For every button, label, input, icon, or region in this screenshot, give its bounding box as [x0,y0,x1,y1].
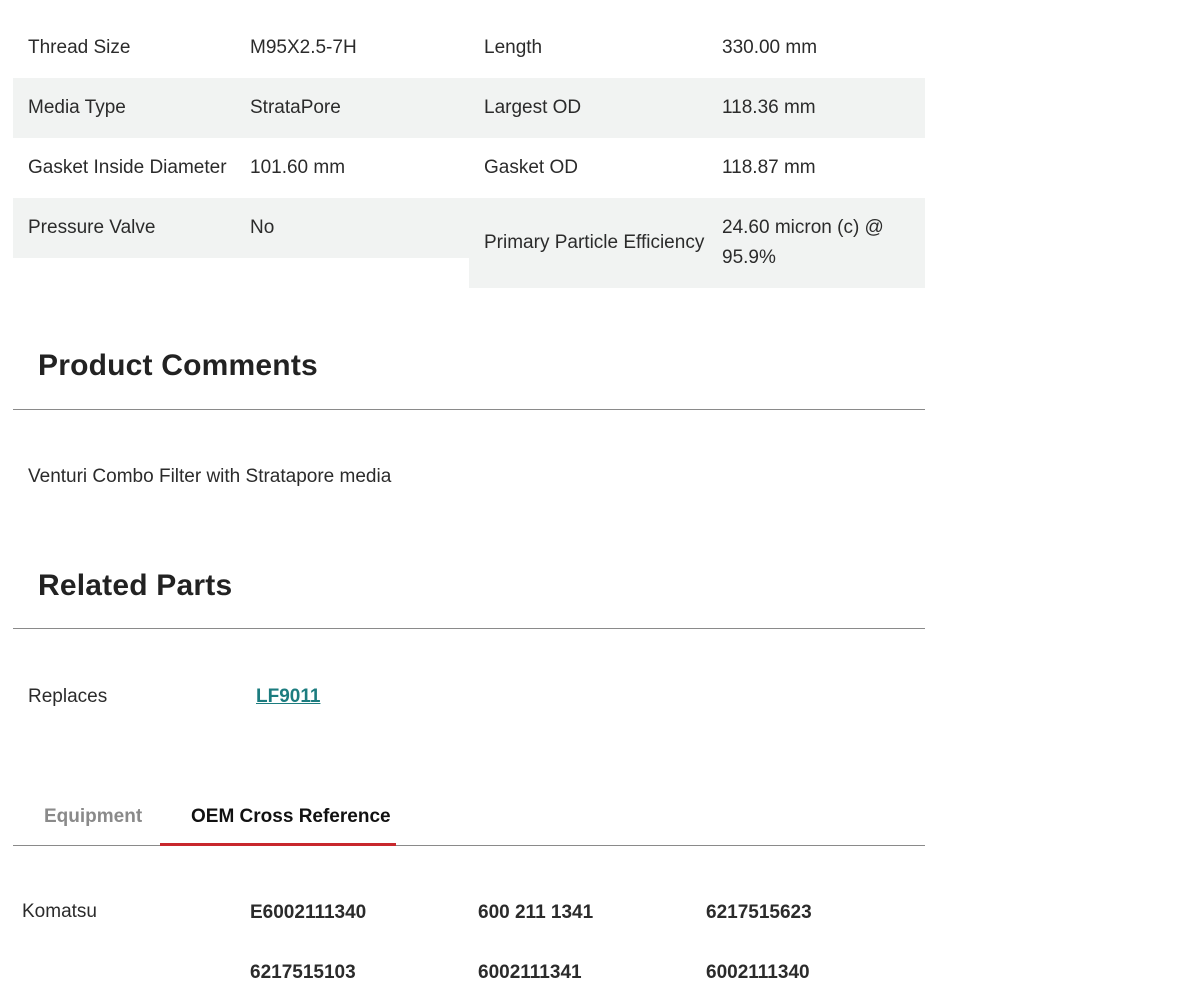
replaces-label: Replaces [28,686,108,707]
cross-reference-part: 6217515103 [250,962,356,983]
spec-row: Media Type StrataPore Largest OD 118.36 … [13,78,925,138]
tab-equipment[interactable]: Equipment [44,806,142,828]
spec-label: Thread Size [28,37,131,58]
spec-value: 24.60 micron (c) @ 95.9% [722,217,884,268]
spec-value: 118.87 mm [722,157,816,178]
spec-value: StrataPore [250,97,341,118]
spec-value: No [250,217,275,238]
spec-label: Primary Particle Efficiency [484,232,705,253]
spec-row: Pressure Valve No Primary Particle Effic… [13,198,925,288]
cross-reference-brand: Komatsu [22,901,97,922]
cross-reference-part: 6002111341 [478,962,582,983]
cross-reference-part: E6002111340 [250,902,367,923]
spec-row: Thread Size M95X2.5-7H Length 330.00 mm [13,18,925,78]
spec-cell-left: Pressure Valve No [13,198,469,258]
spec-label: Pressure Valve [28,217,156,238]
spec-value: M95X2.5-7H [250,37,357,58]
spec-value: 330.00 mm [722,37,818,58]
spec-label: Largest OD [484,97,582,118]
cross-reference-part: 600 211 1341 [478,902,594,923]
related-parts-heading: Related Parts [38,569,233,602]
active-tab-indicator [160,843,396,846]
spec-cell-right: Gasket OD 118.87 mm [469,138,925,198]
spec-cell-right: Length 330.00 mm [469,18,925,78]
spec-cell-left: Gasket Inside Diameter 101.60 mm [13,138,469,198]
spec-cell-right: Largest OD 118.36 mm [469,78,925,138]
spec-label: Gasket OD [484,157,578,178]
spec-label: Gasket Inside Diameter [28,157,227,178]
cross-reference-part: 6002111340 [706,962,810,983]
spec-value: 118.36 mm [722,97,816,118]
tab-oem-cross-reference[interactable]: OEM Cross Reference [191,806,391,828]
spec-label: Media Type [28,97,126,118]
specifications-table: Thread Size M95X2.5-7H Length 330.00 mm … [13,18,925,288]
spec-cell-left: Media Type StrataPore [13,78,469,138]
spec-cell-right: Primary Particle Efficiency 24.60 micron… [469,198,925,288]
divider [13,628,925,629]
cross-reference-part: 6217515623 [706,902,812,923]
divider [13,409,925,410]
spec-row: Gasket Inside Diameter 101.60 mm Gasket … [13,138,925,198]
spec-label: Length [484,37,543,58]
spec-value: 101.60 mm [250,157,346,178]
product-comment-text: Venturi Combo Filter with Stratapore med… [28,466,392,487]
product-comments-heading: Product Comments [38,349,318,382]
tabs-divider [13,845,925,846]
replaces-part-link[interactable]: LF9011 [256,686,320,708]
spec-cell-left: Thread Size M95X2.5-7H [13,18,469,78]
